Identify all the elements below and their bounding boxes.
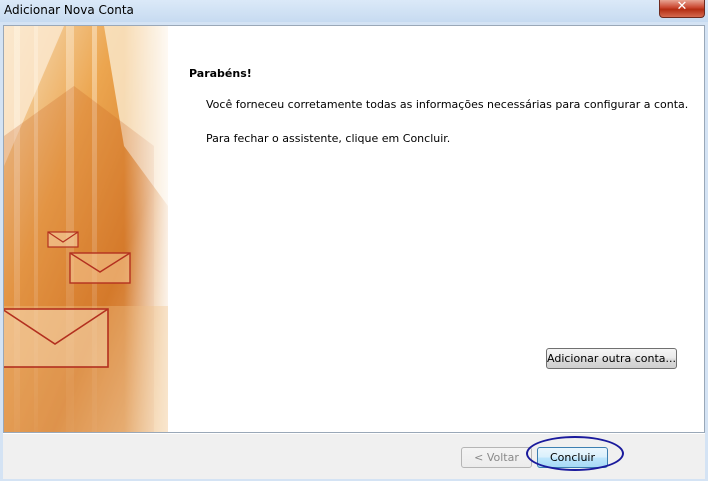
instruction-message: Para fechar o assistente, clique em Conc… [206,132,451,145]
page-heading: Parabéns! [189,67,252,80]
add-another-account-button[interactable]: Adicionar outra conta... [546,348,677,369]
back-button[interactable]: < Voltar [461,447,532,468]
title-bar: Adicionar Nova Conta ✕ [0,0,708,22]
wizard-side-art [4,26,168,432]
back-button-label: < Voltar [474,451,519,464]
wizard-content-panel: Parabéns! Você forneceu corretamente tod… [3,25,705,433]
success-message: Você forneceu corretamente todas as info… [206,98,689,111]
finish-button-label: Concluir [549,451,596,464]
envelope-icon [47,231,79,248]
close-icon: ✕ [676,0,688,14]
envelope-icon [4,308,109,368]
envelope-icon [69,252,131,284]
finish-button[interactable]: Concluir [537,447,608,468]
add-another-account-label: Adicionar outra conta... [547,352,677,365]
window-title: Adicionar Nova Conta [4,3,134,17]
close-button[interactable]: ✕ [659,0,705,18]
